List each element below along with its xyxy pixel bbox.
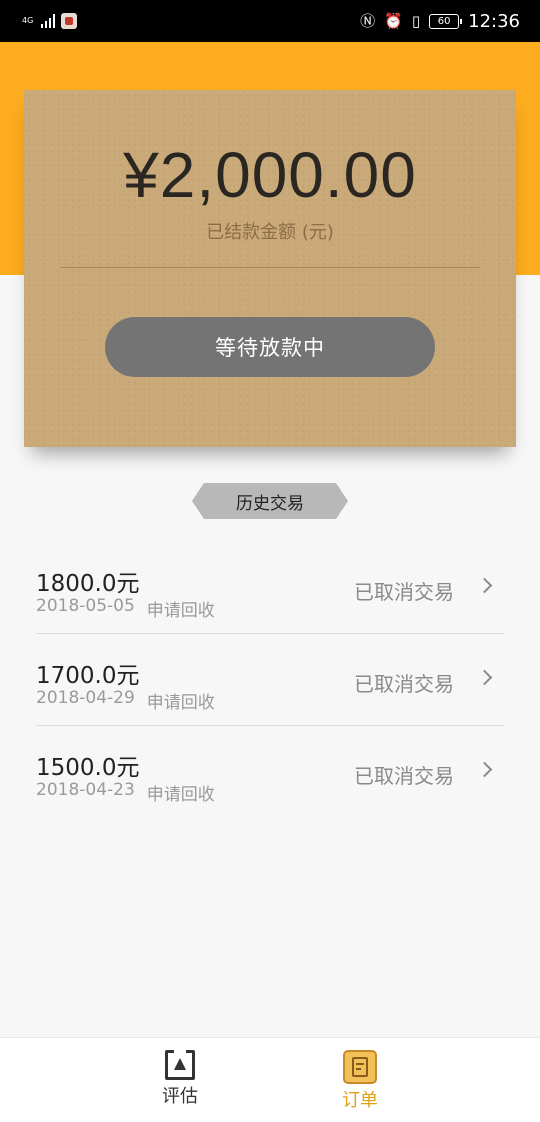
transaction-row[interactable]: 1500.0元 2018-04-23 申请回收 已取消交易	[36, 726, 504, 818]
history-section-tag: 历史交易	[192, 483, 348, 519]
settled-amount-label: 已结款金额 (元)	[206, 222, 334, 243]
transaction-meta: 2018-05-05 申请回收	[36, 596, 215, 621]
app-notification-icon	[61, 13, 78, 29]
transaction-status: 已取消交易	[354, 580, 454, 604]
card-divider	[60, 267, 480, 268]
transaction-row[interactable]: 1700.0元 2018-04-29 申请回收 已取消交易	[36, 634, 504, 726]
transaction-meta: 2018-04-29 申请回收	[36, 688, 215, 713]
network-type: 4G	[22, 16, 34, 25]
alarm-icon: ⏰	[384, 11, 403, 30]
transaction-row[interactable]: 1800.0元 2018-05-05 申请回收 已取消交易	[36, 542, 504, 634]
transaction-type: 申请回收	[146, 785, 215, 805]
battery-level: 60	[437, 15, 451, 27]
bottom-nav: 评估 订单	[0, 1037, 540, 1122]
transaction-status: 已取消交易	[354, 672, 454, 696]
nfc-icon: Ⓝ	[360, 11, 376, 30]
transaction-type: 申请回收	[146, 693, 215, 713]
nav-label-orders: 订单	[342, 1090, 378, 1111]
chevron-right-icon	[476, 577, 493, 594]
status-left: 4G	[22, 13, 78, 29]
nav-item-orders[interactable]: 订单	[320, 1050, 400, 1112]
transaction-amount: 1800.0元	[36, 571, 140, 597]
status-right: Ⓝ ⏰ ▯ 60 12:36	[360, 11, 520, 32]
transaction-list: 1800.0元 2018-05-05 申请回收 已取消交易 1700.0元 20…	[36, 542, 504, 818]
orders-icon	[343, 1050, 377, 1084]
transaction-type: 申请回收	[146, 601, 215, 621]
vibrate-icon: ▯	[411, 11, 421, 30]
transaction-date: 2018-05-05	[36, 596, 135, 616]
transaction-status: 已取消交易	[354, 764, 454, 788]
status-time: 12:36	[468, 10, 520, 32]
transaction-amount: 1700.0元	[36, 663, 140, 689]
nav-item-assess[interactable]: 评估	[140, 1048, 220, 1108]
battery-icon: 60	[429, 13, 463, 29]
signal-icon	[41, 14, 56, 28]
transaction-meta: 2018-04-23 申请回收	[36, 780, 215, 805]
chevron-right-icon	[476, 761, 493, 778]
transaction-date: 2018-04-23	[36, 780, 135, 800]
transaction-date: 2018-04-29	[36, 688, 135, 708]
nav-label-assess: 评估	[162, 1086, 198, 1107]
awaiting-payout-button[interactable]: 等待放款中	[105, 317, 435, 377]
transaction-amount: 1500.0元	[36, 755, 140, 781]
chevron-right-icon	[476, 669, 493, 686]
assess-icon	[165, 1048, 195, 1080]
status-bar: 4G Ⓝ ⏰ ▯ 60 12:36	[0, 0, 540, 42]
settled-amount: ¥2,000.00	[123, 139, 417, 211]
